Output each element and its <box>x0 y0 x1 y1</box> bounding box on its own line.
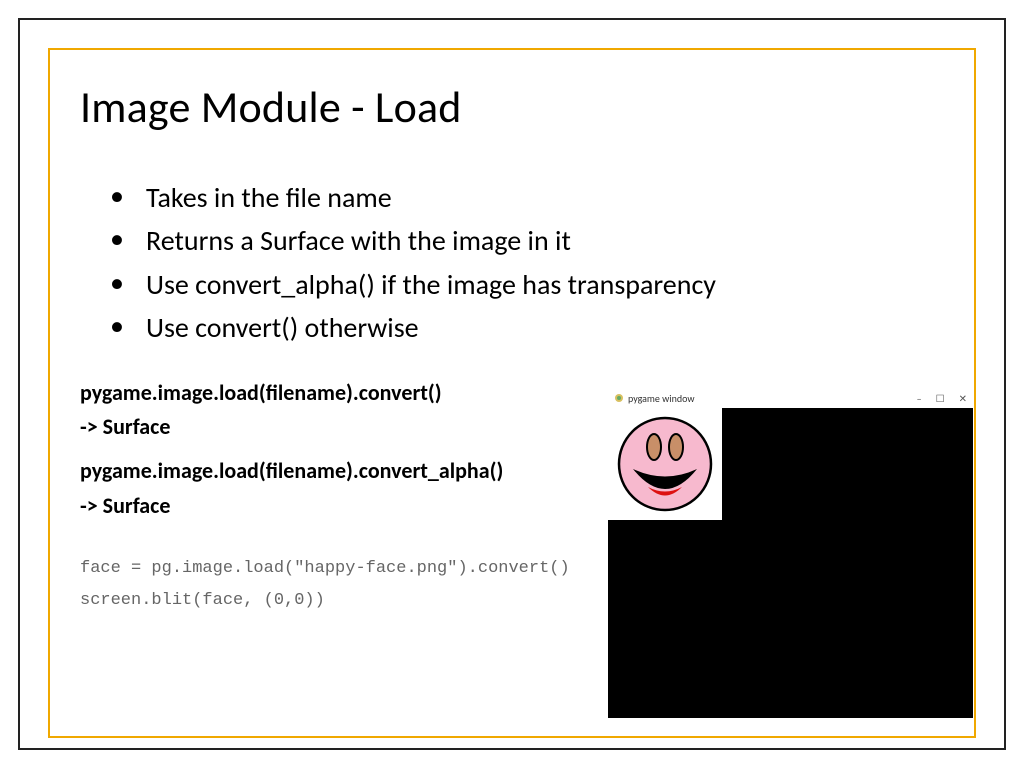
minimize-button[interactable]: – <box>917 392 922 405</box>
maximize-button[interactable]: ☐ <box>936 392 945 405</box>
list-item: Returns a Surface with the image in it <box>110 219 944 262</box>
close-button[interactable]: ✕ <box>959 392 967 405</box>
happy-face-icon <box>615 414 715 514</box>
window-titlebar: pygame window – ☐ ✕ <box>608 388 973 408</box>
slide-title: Image Module - Load <box>80 80 944 134</box>
window-title: pygame window <box>628 392 694 405</box>
bullet-list: Takes in the file name Returns a Surface… <box>110 176 944 350</box>
list-item: Use convert_alpha() if the image has tra… <box>110 263 944 306</box>
list-item: Takes in the file name <box>110 176 944 219</box>
face-image <box>608 408 722 520</box>
window-body <box>608 408 973 718</box>
pygame-icon <box>614 393 624 403</box>
pygame-window: pygame window – ☐ ✕ <box>608 388 973 718</box>
list-item: Use convert() otherwise <box>110 306 944 349</box>
